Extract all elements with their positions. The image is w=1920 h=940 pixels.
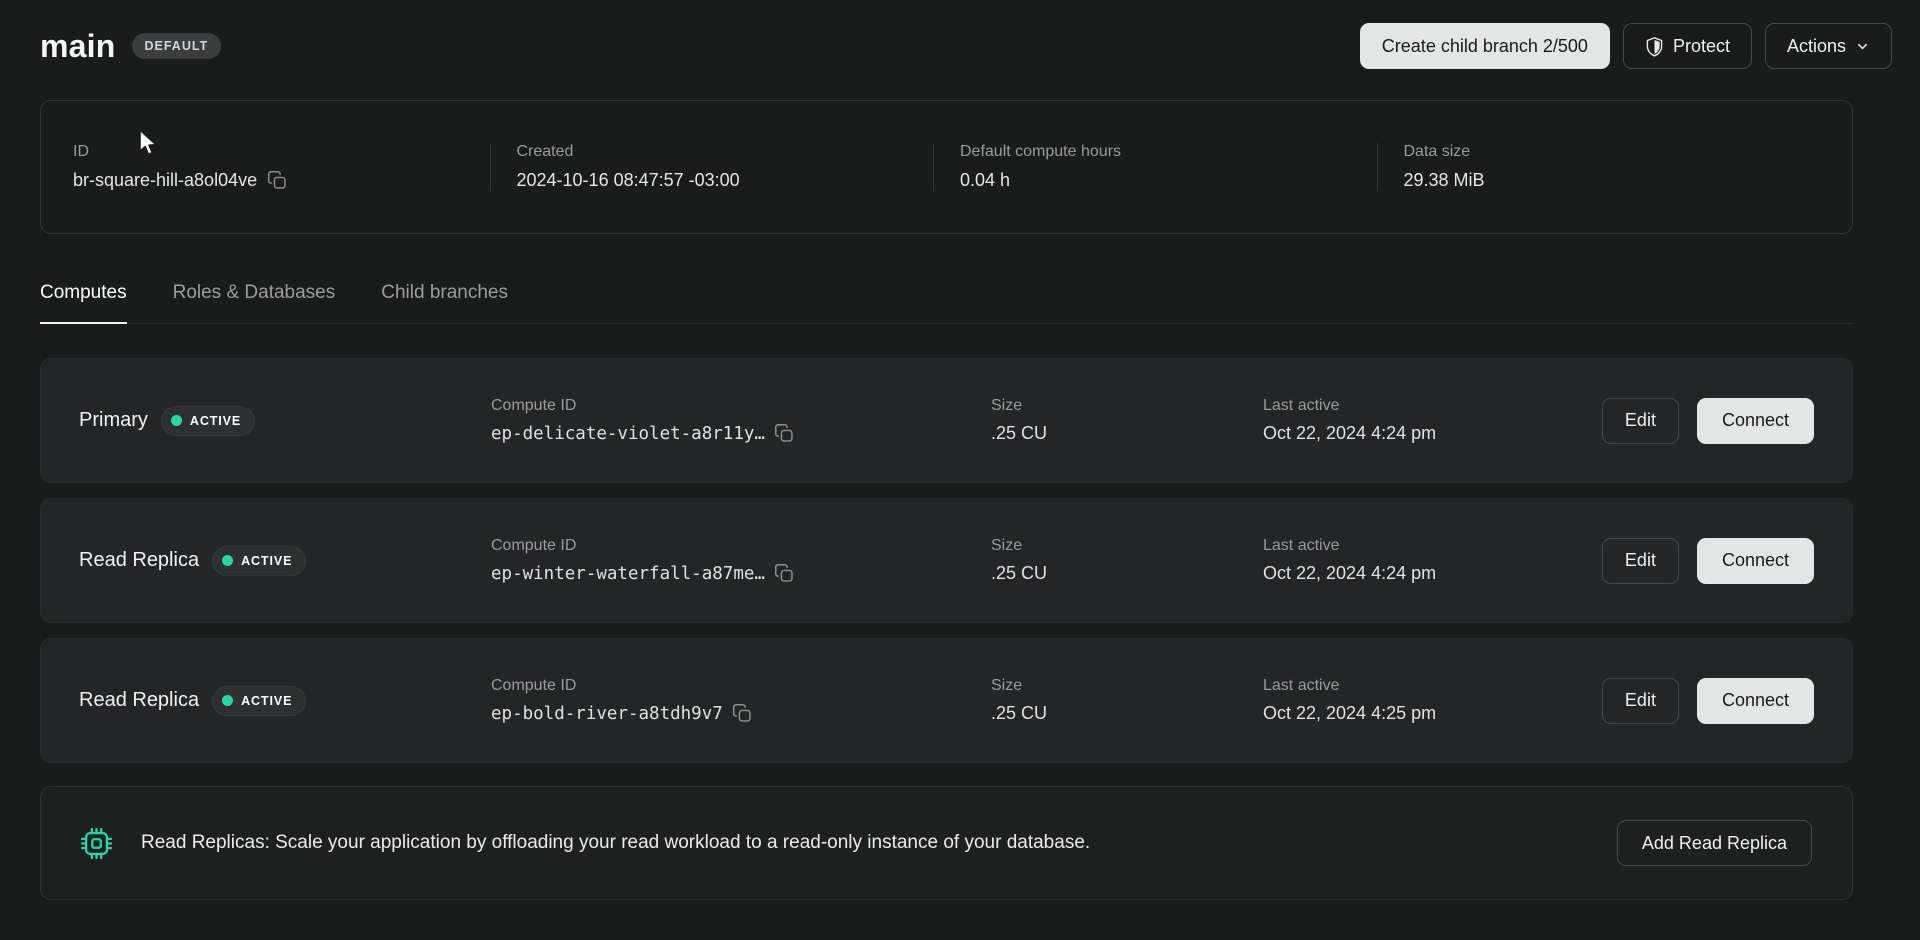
compute-id-col: Compute ID ep-winter-waterfall-a87me…: [491, 537, 991, 584]
tab-roles-databases[interactable]: Roles & Databases: [173, 282, 336, 324]
compute-name-col: Read Replica ACTIVE: [79, 546, 491, 576]
status-label: ACTIVE: [190, 414, 241, 428]
status-dot-icon: [222, 555, 233, 566]
copy-icon[interactable]: [267, 170, 288, 191]
size-col: Size .25 CU: [991, 537, 1263, 584]
read-replica-banner: Read Replicas: Scale your application by…: [40, 786, 1853, 900]
compute-id-header: Compute ID: [491, 397, 991, 415]
branch-details-card: ID br-square-hill-a8ol04ve Created 2024-…: [40, 100, 1853, 234]
last-active-header: Last active: [1263, 677, 1602, 695]
edit-button[interactable]: Edit: [1602, 398, 1679, 444]
detail-field-id: ID br-square-hill-a8ol04ve: [73, 143, 490, 191]
row-actions: Edit Connect: [1602, 678, 1814, 724]
branch-page: main DEFAULT Create child branch 2/500 P…: [0, 0, 1920, 900]
compute-name: Primary: [79, 409, 148, 432]
field-label: Created: [517, 143, 918, 161]
last-active-value: Oct 22, 2024 4:24 pm: [1263, 423, 1602, 444]
compute-id-col: Compute ID ep-delicate-violet-a8r11y…: [491, 397, 991, 444]
last-active-col: Last active Oct 22, 2024 4:24 pm: [1263, 537, 1602, 584]
branch-id-value: br-square-hill-a8ol04ve: [73, 170, 257, 191]
field-label: ID: [73, 143, 474, 161]
chevron-down-icon: [1855, 39, 1870, 54]
size-value: .25 CU: [991, 563, 1263, 584]
shield-icon: [1645, 36, 1664, 57]
tab-computes[interactable]: Computes: [40, 282, 127, 324]
compute-id-value: ep-winter-waterfall-a87me…: [491, 564, 765, 584]
compute-hours-value: 0.04 h: [960, 170, 1361, 191]
protect-button[interactable]: Protect: [1623, 23, 1752, 69]
last-active-value: Oct 22, 2024 4:24 pm: [1263, 563, 1602, 584]
status-dot-icon: [222, 695, 233, 706]
last-active-header: Last active: [1263, 537, 1602, 555]
create-child-branch-button[interactable]: Create child branch 2/500: [1360, 23, 1610, 69]
size-header: Size: [991, 677, 1263, 695]
compute-name: Read Replica: [79, 689, 199, 712]
add-read-replica-button[interactable]: Add Read Replica: [1617, 820, 1812, 866]
copy-icon[interactable]: [732, 703, 753, 724]
copy-icon[interactable]: [774, 563, 795, 584]
compute-name: Read Replica: [79, 549, 199, 572]
chip-icon: [78, 825, 115, 862]
edit-button[interactable]: Edit: [1602, 538, 1679, 584]
size-col: Size .25 CU: [991, 397, 1263, 444]
field-label: Data size: [1404, 143, 1805, 161]
compute-name-col: Primary ACTIVE: [79, 406, 491, 436]
status-badge: ACTIVE: [161, 406, 255, 436]
size-col: Size .25 CU: [991, 677, 1263, 724]
compute-id-value: ep-delicate-violet-a8r11y…: [491, 424, 765, 444]
last-active-value: Oct 22, 2024 4:25 pm: [1263, 703, 1602, 724]
page-title: main: [40, 28, 116, 65]
status-badge: ACTIVE: [212, 686, 306, 716]
last-active-col: Last active Oct 22, 2024 4:24 pm: [1263, 397, 1602, 444]
compute-name-col: Read Replica ACTIVE: [79, 686, 491, 716]
compute-id-header: Compute ID: [491, 677, 991, 695]
detail-field-data-size: Data size 29.38 MiB: [1377, 143, 1821, 191]
tab-child-branches[interactable]: Child branches: [381, 282, 508, 324]
status-badge: ACTIVE: [212, 546, 306, 576]
actions-label: Actions: [1787, 36, 1846, 57]
last-active-col: Last active Oct 22, 2024 4:25 pm: [1263, 677, 1602, 724]
compute-id-col: Compute ID ep-bold-river-a8tdh9v7: [491, 677, 991, 724]
protect-label: Protect: [1673, 36, 1730, 57]
copy-icon[interactable]: [774, 423, 795, 444]
compute-row: Read Replica ACTIVE Compute ID ep-winter…: [40, 498, 1853, 623]
last-active-header: Last active: [1263, 397, 1602, 415]
compute-id-value: ep-bold-river-a8tdh9v7: [491, 704, 723, 724]
detail-field-created: Created 2024-10-16 08:47:57 -03:00: [490, 143, 934, 191]
connect-button[interactable]: Connect: [1697, 398, 1814, 444]
size-value: .25 CU: [991, 703, 1263, 724]
row-actions: Edit Connect: [1602, 538, 1814, 584]
connect-button[interactable]: Connect: [1697, 678, 1814, 724]
banner-text: Read Replicas: Scale your application by…: [141, 832, 1591, 854]
field-label: Default compute hours: [960, 143, 1361, 161]
title-wrap: main DEFAULT: [40, 28, 221, 65]
branch-header: main DEFAULT Create child branch 2/500 P…: [40, 0, 1892, 70]
status-label: ACTIVE: [241, 554, 292, 568]
data-size-value: 29.38 MiB: [1404, 170, 1805, 191]
default-badge: DEFAULT: [132, 33, 222, 59]
size-header: Size: [991, 537, 1263, 555]
compute-id-header: Compute ID: [491, 537, 991, 555]
compute-rows: Primary ACTIVE Compute ID ep-delicate-vi…: [40, 358, 1853, 763]
status-dot-icon: [171, 415, 182, 426]
compute-row: Read Replica ACTIVE Compute ID ep-bold-r…: [40, 638, 1853, 763]
size-value: .25 CU: [991, 423, 1263, 444]
created-value: 2024-10-16 08:47:57 -03:00: [517, 170, 918, 191]
status-label: ACTIVE: [241, 694, 292, 708]
detail-field-compute-hours: Default compute hours 0.04 h: [933, 143, 1377, 191]
row-actions: Edit Connect: [1602, 398, 1814, 444]
tabs: Computes Roles & Databases Child branche…: [40, 282, 1853, 324]
size-header: Size: [991, 397, 1263, 415]
header-actions: Create child branch 2/500 Protect Action…: [1360, 23, 1892, 69]
edit-button[interactable]: Edit: [1602, 678, 1679, 724]
connect-button[interactable]: Connect: [1697, 538, 1814, 584]
actions-button[interactable]: Actions: [1765, 23, 1892, 69]
compute-row: Primary ACTIVE Compute ID ep-delicate-vi…: [40, 358, 1853, 483]
